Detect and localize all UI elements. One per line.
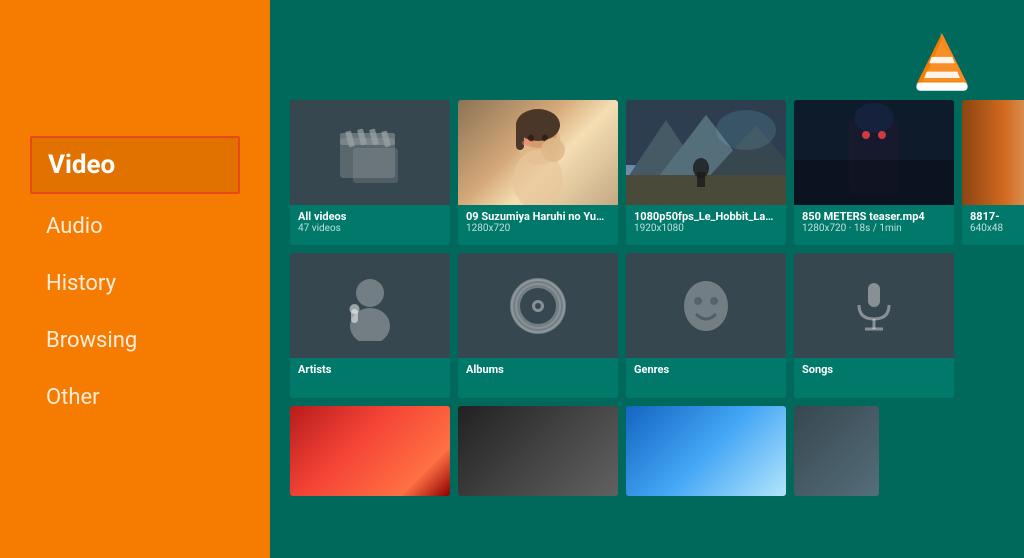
tile-albums-title: Albums [466,363,610,376]
tile-all-videos-title: All videos [298,210,442,223]
tile-hobbit-title: 1080p50fps_Le_Hobbit_La_d... [634,210,778,223]
tile-all-videos-subtitle: 47 videos [298,223,442,234]
sidebar: Video Audio History Browsing Other [0,0,270,558]
bottom-row [290,406,1024,496]
tile-bottom-1[interactable] [290,406,450,496]
sidebar-item-history[interactable]: History [30,259,240,308]
tile-anime-subtitle: 1280x720 [466,223,610,234]
tile-anime-title: 09 Suzumiya Haruhi no Yuuut.. [466,210,610,223]
main-content: All videos 47 videos [270,0,1024,558]
tile-850meters-subtitle: 1280x720 · 18s / 1min [802,223,946,234]
tile-songs-title: Songs [802,363,946,376]
tile-artists-title: Artists [298,363,442,376]
tile-songs[interactable]: Songs [794,253,954,398]
sidebar-item-video[interactable]: Video [30,136,240,194]
sidebar-item-browsing[interactable]: Browsing [30,316,240,365]
tile-bottom-3[interactable] [626,406,786,496]
tile-850meters[interactable]: 850 METERS teaser.mp4 1280x720 · 18s / 1… [794,100,954,245]
tile-8817-title: 8817- [970,210,1024,223]
tile-850meters-title: 850 METERS teaser.mp4 [802,210,946,223]
video-row: All videos 47 videos [290,100,1024,245]
tile-8817[interactable]: 8817- 640x48 [962,100,1024,245]
tile-hobbit[interactable]: 1080p50fps_Le_Hobbit_La_d... 1920x1080 [626,100,786,245]
tile-artists[interactable]: Artists [290,253,450,398]
tile-anime[interactable]: 09 Suzumiya Haruhi no Yuuut.. 1280x720 [458,100,618,245]
tile-genres-title: Genres [634,363,778,376]
content-grid: All videos 47 videos [290,100,1024,558]
tile-bottom-2[interactable] [458,406,618,496]
audio-row: Artists [290,253,1024,398]
tile-bottom-4-partial[interactable] [794,406,879,496]
tile-hobbit-subtitle: 1920x1080 [634,223,778,234]
tile-8817-subtitle: 640x48 [970,223,1024,234]
tile-genres[interactable]: Genres [626,253,786,398]
tile-albums[interactable]: Albums [458,253,618,398]
sidebar-item-audio[interactable]: Audio [30,202,240,251]
sidebar-item-other[interactable]: Other [30,373,240,422]
vlc-logo [910,30,974,94]
tile-all-videos[interactable]: All videos 47 videos [290,100,450,245]
